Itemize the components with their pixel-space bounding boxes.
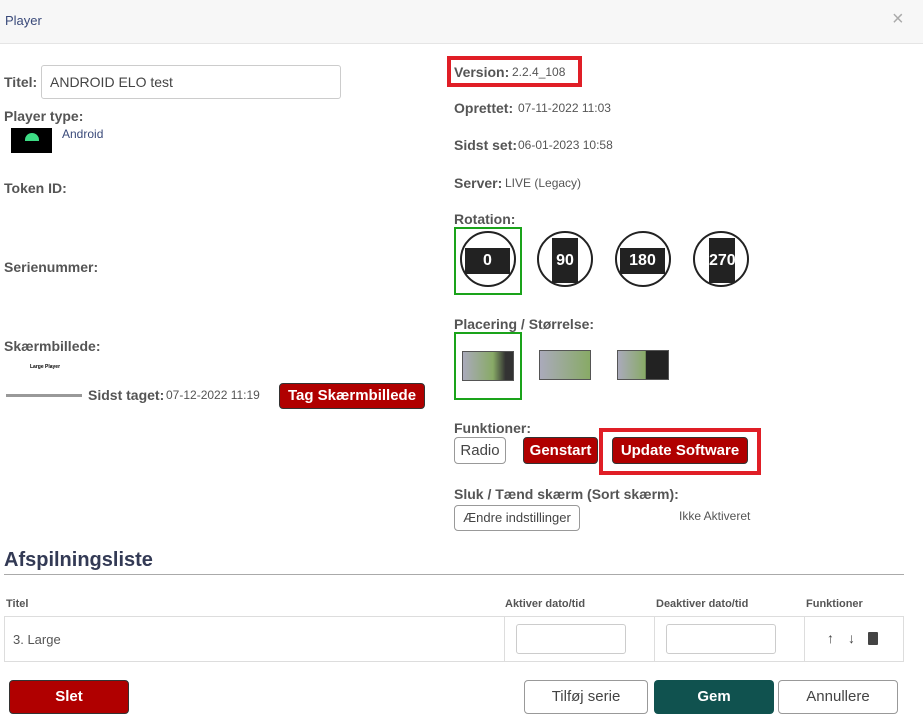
placement-option-1[interactable] — [454, 332, 522, 400]
rotation-180-label: 180 — [620, 248, 665, 274]
last-seen-label: Sidst set: — [454, 137, 518, 153]
title-label: Titel: — [4, 74, 38, 90]
take-screenshot-button[interactable]: Tag Skærmbillede — [279, 383, 425, 409]
player-type-value: Android — [62, 127, 104, 141]
divider — [4, 574, 904, 575]
last-seen-value: 06-01-2023 10:58 — [518, 138, 613, 152]
row-title: 3. Large — [13, 632, 61, 647]
serial-label: Serienummer: — [4, 259, 99, 275]
rotation-0-label: 0 — [465, 248, 510, 274]
radio-button[interactable]: Radio — [454, 437, 506, 464]
dialog-header: Player × — [0, 0, 923, 44]
android-icon — [11, 128, 52, 153]
delete-button[interactable]: Slet — [9, 680, 129, 714]
save-button[interactable]: Gem — [654, 680, 774, 714]
playlist-heading: Afspilningsliste — [4, 549, 153, 571]
screenshot-thumb-text: Large Player — [30, 364, 61, 370]
version-value: 2.2.4_108 — [512, 65, 566, 79]
screen-status: Ikke Aktiveret — [679, 509, 751, 523]
server-label: Server: — [454, 175, 503, 191]
rotation-label: Rotation: — [454, 211, 516, 227]
rotation-90-label: 90 — [552, 238, 578, 283]
last-taken-value: 07-12-2022 11:19 — [166, 388, 260, 402]
title-input[interactable]: ANDROID ELO test — [41, 65, 341, 99]
player-type-label: Player type: — [4, 108, 84, 124]
change-settings-button[interactable]: Ændre indstillinger — [454, 505, 580, 531]
col-deactivate: Deaktiver dato/tid — [656, 598, 749, 610]
functions-label: Funktioner: — [454, 420, 531, 436]
last-taken-label: Sidst taget: — [88, 387, 165, 403]
close-icon[interactable]: × — [892, 8, 904, 31]
screenshot-label: Skærmbillede: — [4, 338, 101, 354]
dialog-title: Player — [5, 13, 42, 28]
table-row: 3. Large ↑ ↓ — [4, 616, 904, 662]
placement-option-2[interactable] — [539, 350, 591, 380]
placement-label: Placering / Størrelse: — [454, 316, 595, 332]
rotation-270-label: 270 — [709, 238, 736, 283]
screenshot-thumbnail[interactable] — [6, 394, 82, 397]
col-functions: Funktioner — [806, 598, 863, 610]
placement-option-3[interactable] — [617, 350, 669, 380]
activate-date-input[interactable] — [516, 624, 626, 654]
add-series-button[interactable]: Tilføj serie — [524, 680, 648, 714]
move-down-icon[interactable]: ↓ — [848, 630, 855, 646]
deactivate-date-input[interactable] — [666, 624, 776, 654]
cancel-button[interactable]: Annullere — [778, 680, 898, 714]
restart-button[interactable]: Genstart — [523, 437, 598, 464]
created-label: Oprettet: — [454, 100, 514, 116]
screen-label: Sluk / Tænd skærm (Sort skærm): — [454, 486, 679, 502]
col-title: Titel — [6, 598, 29, 610]
trash-icon[interactable] — [868, 632, 878, 645]
token-label: Token ID: — [4, 180, 67, 196]
created-value: 07-11-2022 11:03 — [518, 101, 611, 115]
update-software-button[interactable]: Update Software — [612, 437, 748, 464]
version-label: Version: — [454, 64, 510, 80]
move-up-icon[interactable]: ↑ — [827, 630, 834, 646]
server-value: LIVE (Legacy) — [505, 176, 582, 190]
col-activate: Aktiver dato/tid — [505, 598, 586, 610]
